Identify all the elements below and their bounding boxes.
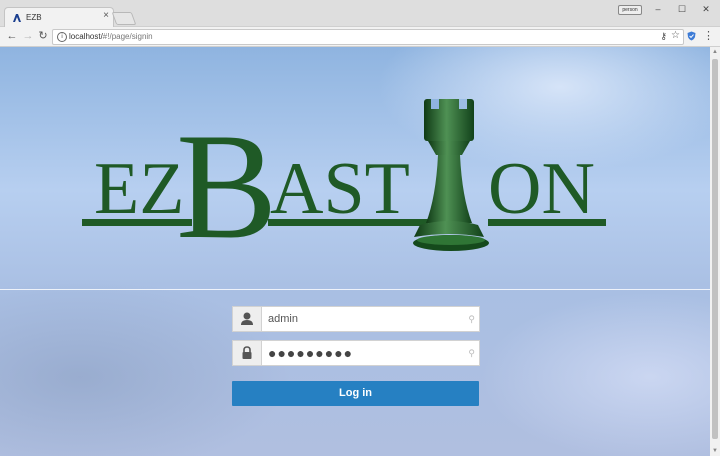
logo-text-b: B — [176, 102, 277, 270]
browser-tab[interactable]: EZB × — [4, 7, 114, 27]
scroll-thumb[interactable] — [712, 59, 718, 439]
scroll-up-icon[interactable]: ▲ — [712, 49, 718, 55]
logo-text-ez: EZ — [94, 148, 184, 230]
forward-icon[interactable]: → — [21, 29, 35, 43]
profile-button[interactable]: person — [618, 5, 642, 15]
signin-page: EZ B AST ON ⚲ — [0, 47, 710, 456]
username-field[interactable]: ⚲ — [232, 306, 480, 332]
browser-toolbar: ← → ↻ i localhost/#!/page/signin ⚷ ☆ ⋮ — [0, 27, 720, 47]
minimize-button[interactable]: – — [650, 3, 666, 15]
section-divider — [0, 289, 710, 290]
page-scrollbar[interactable]: ▲ ▼ — [710, 47, 720, 456]
user-icon-addon — [233, 307, 262, 331]
username-input[interactable] — [262, 307, 468, 331]
tab-close-icon[interactable]: × — [103, 11, 109, 21]
lock-icon-addon — [233, 341, 262, 365]
password-input[interactable]: ●●●●●●●●● — [262, 341, 468, 365]
reload-icon[interactable]: ↻ — [36, 29, 50, 43]
lock-icon — [242, 346, 252, 359]
back-icon[interactable]: ← — [5, 29, 19, 43]
rook-icon — [413, 99, 489, 251]
browser-titlebar: EZB × person – ☐ ✕ — [0, 0, 720, 27]
info-icon[interactable]: i — [57, 32, 67, 42]
ezbastion-logo: EZ B AST ON — [82, 99, 606, 270]
scroll-down-icon[interactable]: ▼ — [712, 448, 718, 454]
new-tab-button[interactable] — [111, 12, 137, 25]
ezb-favicon-icon — [13, 13, 21, 22]
maximize-button[interactable]: ☐ — [674, 3, 690, 15]
url-text[interactable]: localhost/#!/page/signin — [69, 32, 153, 41]
address-bar[interactable]: i localhost/#!/page/signin ⚷ ☆ — [52, 29, 684, 45]
close-window-button[interactable]: ✕ — [698, 3, 714, 15]
autofill-key-icon[interactable]: ⚲ — [468, 314, 475, 325]
star-icon[interactable]: ☆ — [671, 30, 680, 41]
logo-text-on: ON — [488, 148, 595, 230]
shield-icon[interactable] — [687, 31, 696, 41]
password-field[interactable]: ●●●●●●●●● ⚲ — [232, 340, 480, 366]
autofill-key-icon[interactable]: ⚲ — [468, 348, 475, 359]
key-icon[interactable]: ⚷ — [660, 31, 667, 42]
login-button[interactable]: Log in — [232, 381, 479, 406]
menu-icon[interactable]: ⋮ — [703, 29, 714, 42]
logo-text-ast: AST — [270, 148, 410, 230]
tab-title: EZB — [26, 13, 42, 22]
user-icon — [241, 312, 253, 325]
